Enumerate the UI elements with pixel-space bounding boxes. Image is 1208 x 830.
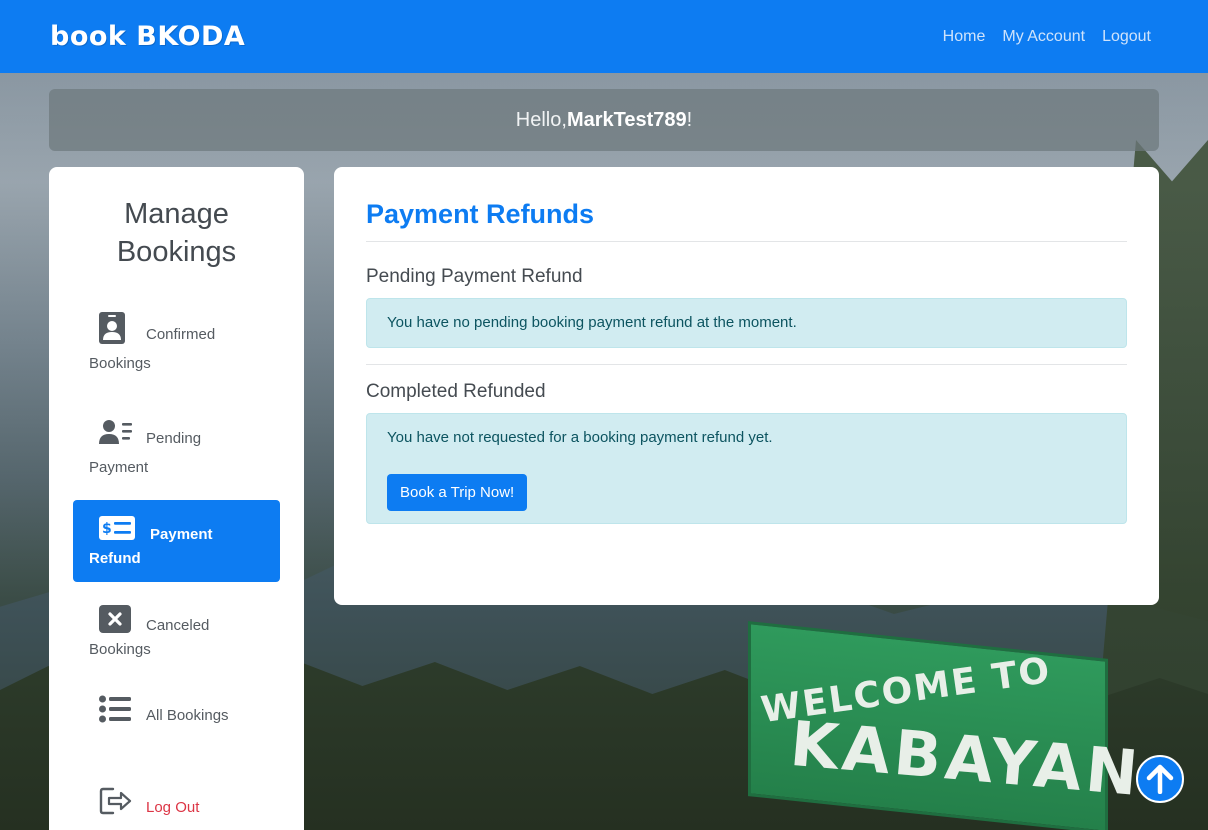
greeting-suffix: !: [686, 108, 693, 131]
sidebar-item-label: Payment: [89, 459, 149, 476]
payment-refunds-panel: Payment Refunds Pending Payment Refund Y…: [334, 167, 1159, 605]
completed-refund-heading: Completed Refunded: [366, 381, 546, 402]
pending-refund-heading: Pending Payment Refund: [366, 266, 583, 287]
completed-refund-alert: You have not requested for a booking pay…: [366, 413, 1127, 524]
sidebar-item-label: Pending: [146, 430, 202, 447]
greeting-username: MarkTest789: [566, 108, 687, 131]
divider: [366, 364, 1127, 365]
sidebar-item-log-out[interactable]: Log Out: [73, 785, 280, 825]
sidebar-item-label: Confirmed: [146, 326, 216, 343]
sidebar-item-canceled-bookings[interactable]: Canceled Bookings: [73, 603, 280, 663]
sidebar-item-label: All Bookings: [146, 707, 229, 724]
sidebar-item-payment-refund[interactable]: $ Payment Refund: [73, 500, 280, 582]
list-icon: [99, 695, 131, 727]
pending-refund-alert: You have no pending booking payment refu…: [366, 298, 1127, 348]
brand-logo[interactable]: book BKODA: [50, 21, 245, 52]
svg-text:$: $: [102, 521, 112, 537]
sidebar-item-label: Canceled: [146, 617, 210, 634]
sidebar-title: Manage Bookings: [49, 195, 304, 271]
sidebar-item-label: Bookings: [89, 355, 151, 372]
navbar: book BKODA Home My Account Logout: [0, 0, 1208, 73]
nav-my-account-link[interactable]: My Account: [1002, 28, 1085, 46]
money-bill-icon: $: [99, 516, 135, 544]
nav-links: Home My Account Logout: [943, 28, 1151, 46]
sidebar-item-label: Payment: [150, 526, 213, 543]
nav-home-link[interactable]: Home: [943, 28, 986, 46]
id-badge-icon: [99, 312, 125, 348]
user-list-icon: [99, 419, 133, 449]
page-title: Payment Refunds: [366, 199, 595, 229]
divider: [366, 241, 1127, 242]
sidebar-item-confirmed-bookings[interactable]: Confirmed Bookings: [73, 309, 280, 385]
sidebar-item-pending-payment[interactable]: Pending Payment: [73, 415, 280, 487]
nav-logout-link[interactable]: Logout: [1102, 28, 1151, 46]
pending-refund-message: You have no pending booking payment refu…: [387, 314, 797, 331]
greeting-prefix: Hello,: [515, 108, 567, 131]
manage-bookings-sidebar: Manage Bookings Confirmed Bookings Pendi…: [49, 167, 304, 830]
sidebar-title-line1: Manage: [124, 198, 229, 230]
sidebar-item-label: Refund: [89, 550, 141, 567]
completed-refund-message: You have not requested for a booking pay…: [387, 429, 773, 446]
sidebar-title-line2: Bookings: [116, 236, 237, 268]
sidebar-item-label: Bookings: [89, 641, 151, 658]
arrow-up-icon: [1146, 764, 1174, 794]
sidebar-item-all-bookings[interactable]: All Bookings: [73, 693, 280, 733]
scroll-to-top-button[interactable]: [1136, 755, 1184, 803]
book-trip-button[interactable]: Book a Trip Now!: [387, 474, 528, 511]
sign-out-icon: [99, 787, 133, 819]
sidebar-item-label: Log Out: [146, 799, 200, 816]
greeting-banner: Hello, MarkTest789 !: [49, 89, 1159, 151]
close-box-icon: [99, 605, 131, 637]
